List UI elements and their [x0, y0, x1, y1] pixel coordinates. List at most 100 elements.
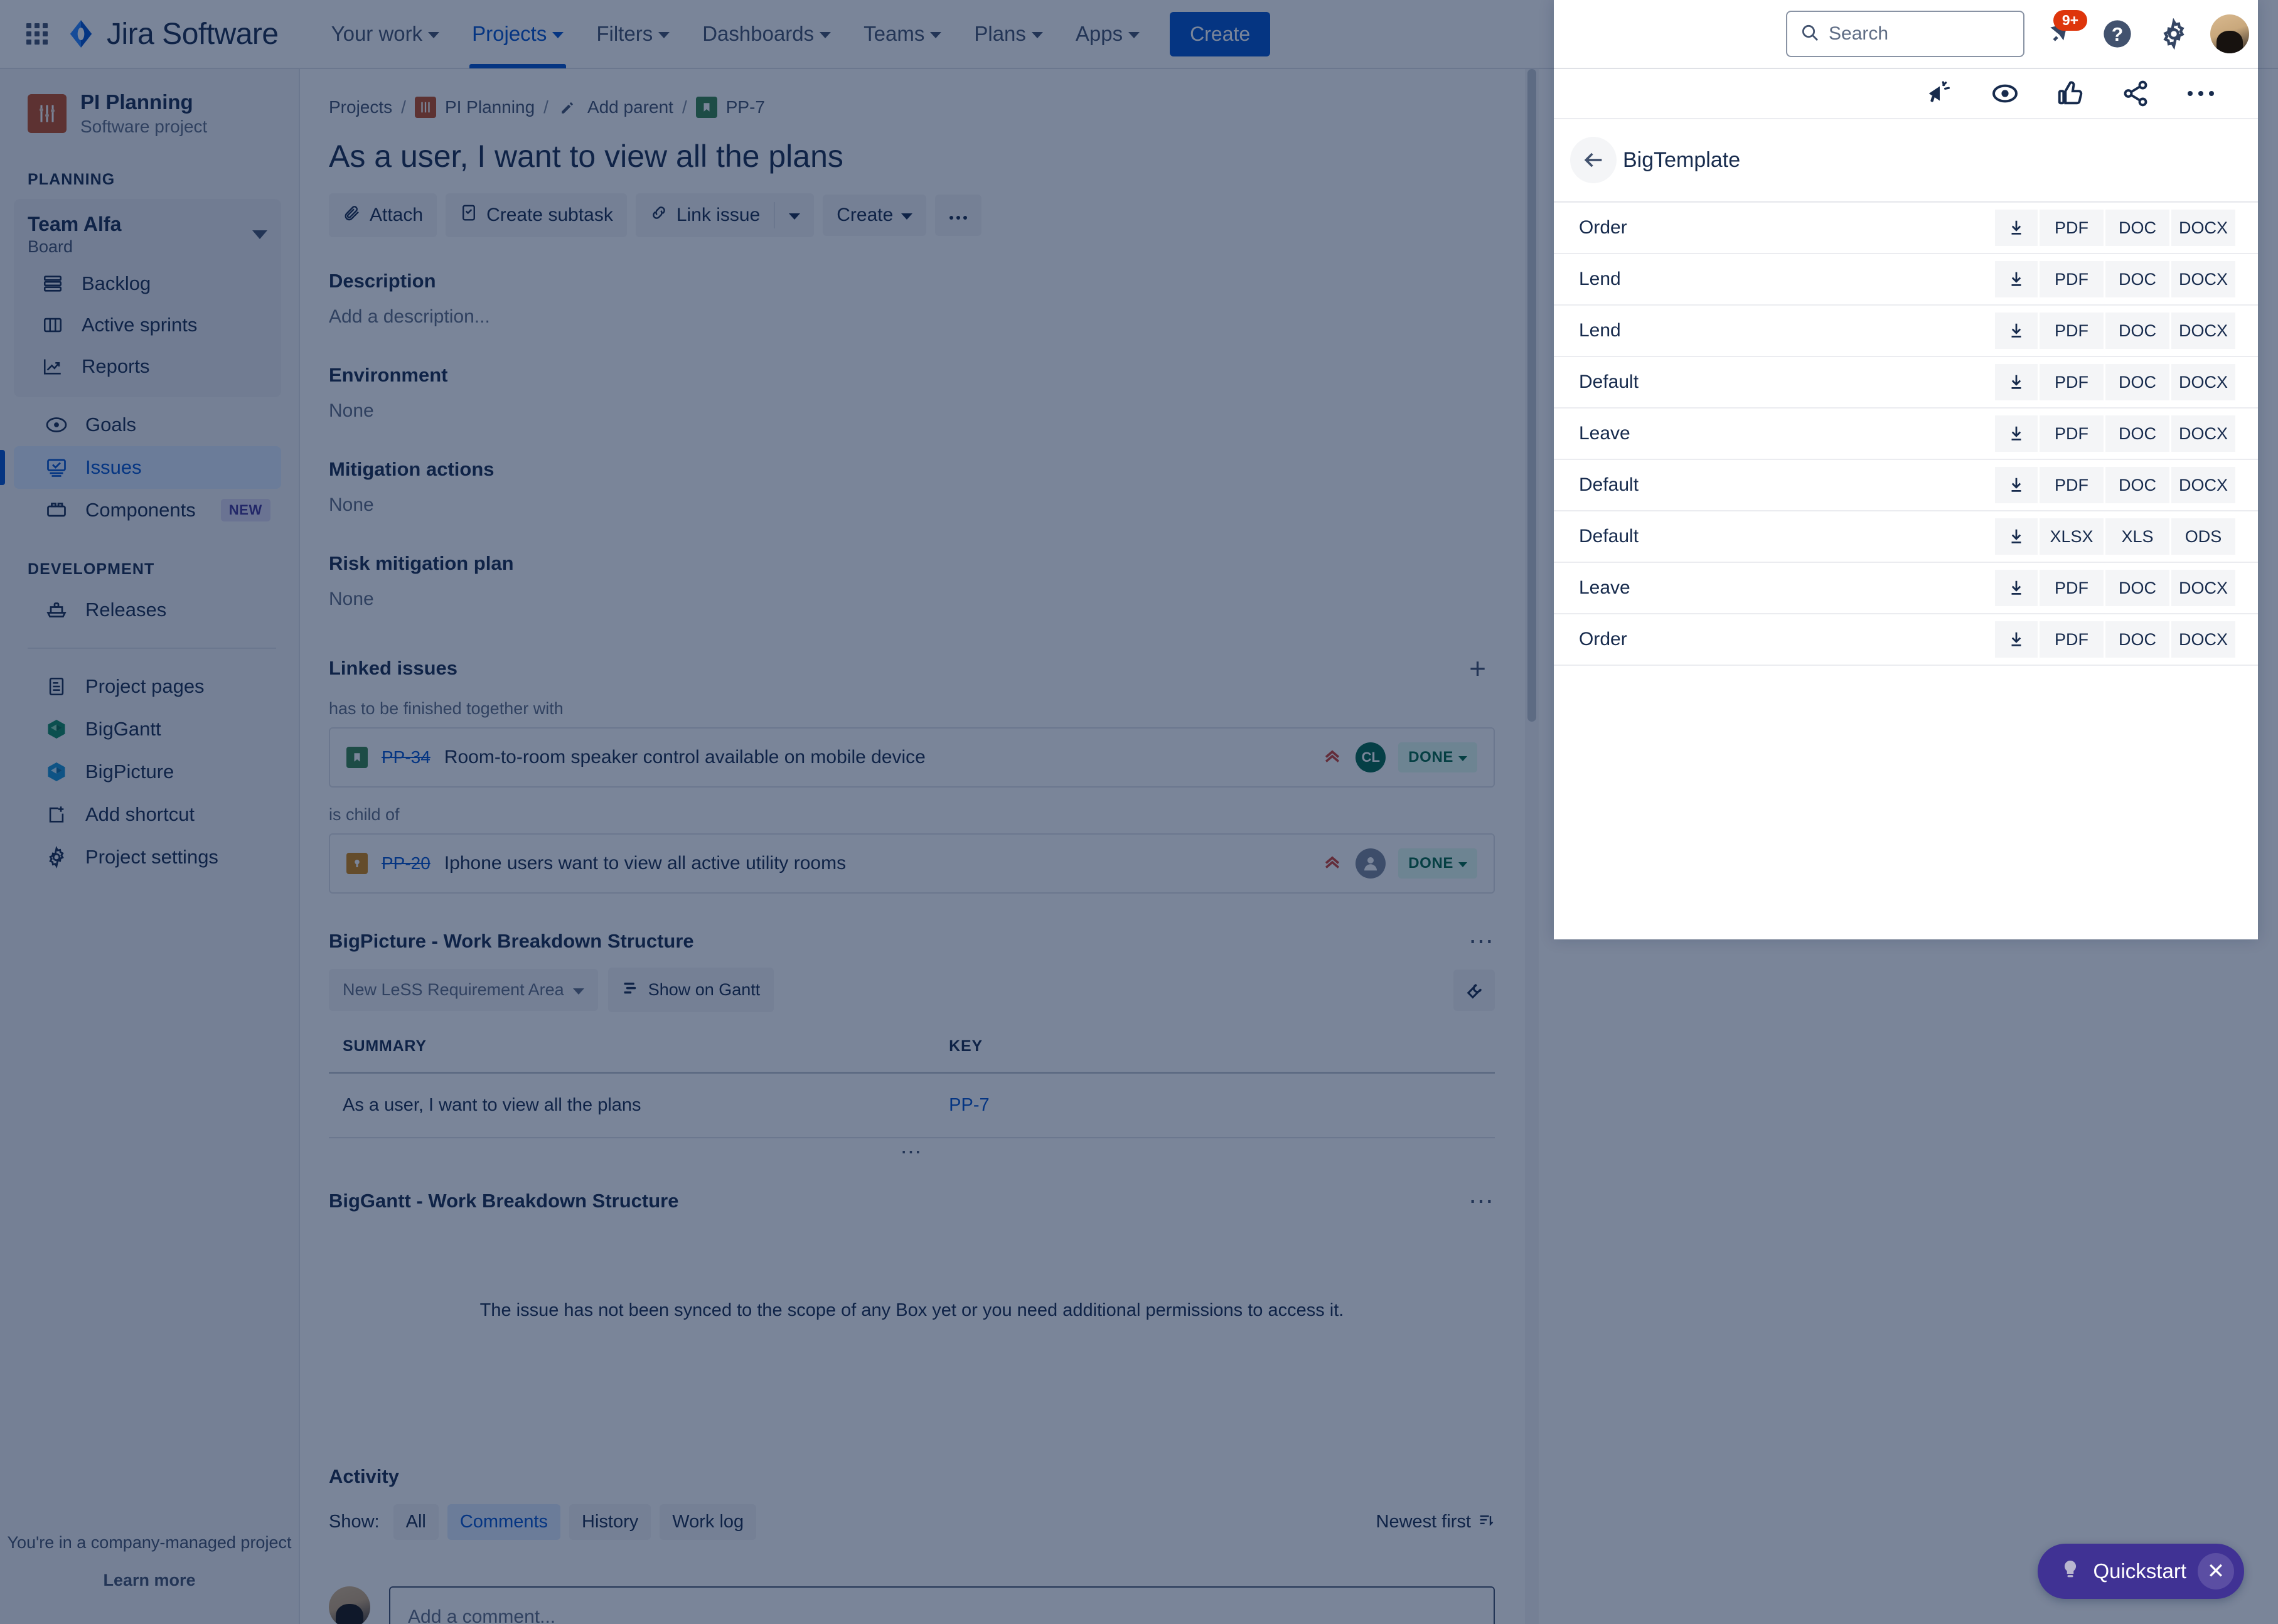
show-on-gantt-button[interactable]: Show on Gantt [607, 968, 774, 1012]
create-button[interactable]: Create [1170, 11, 1271, 56]
linked-issue-key[interactable]: PP-20 [382, 853, 430, 873]
comment-input[interactable]: Add a comment... [389, 1586, 1495, 1624]
sidebar-item-project-pages[interactable]: Project pages [14, 665, 281, 708]
share-icon[interactable] [2117, 75, 2154, 112]
format-button-doc[interactable]: DOC [2105, 313, 2169, 349]
nav-dashboards[interactable]: Dashboards [686, 0, 847, 68]
sidebar-item-issues[interactable]: Issues [0, 446, 281, 489]
nav-apps[interactable]: Apps [1059, 0, 1156, 68]
wrench-icon[interactable] [1453, 969, 1495, 1011]
format-button-pdf[interactable]: PDF [2039, 415, 2104, 452]
search-input[interactable] [1829, 23, 2011, 45]
link-issue-button[interactable]: Link issue [636, 193, 774, 237]
more-actions-button[interactable] [935, 195, 982, 236]
link-issue-dropdown-button[interactable] [775, 201, 814, 230]
breadcrumb-issue-key[interactable]: PP-7 [726, 97, 765, 117]
arrow-left-icon[interactable] [1570, 137, 1617, 183]
format-button-doc[interactable]: DOC [2105, 621, 2169, 658]
format-button-pdf[interactable]: PDF [2039, 364, 2104, 400]
format-button-doc[interactable]: DOC [2105, 467, 2169, 503]
tab-all[interactable]: All [393, 1504, 439, 1541]
issue-key-link[interactable]: PP-7 [949, 1095, 989, 1115]
sort-order-button[interactable]: Newest first [1376, 1511, 1495, 1534]
avatar[interactable]: CL [1356, 742, 1386, 772]
format-button-pdf[interactable]: PDF [2039, 621, 2104, 658]
download-icon[interactable] [1995, 518, 2038, 555]
board-selector[interactable]: Team Alfa Board [14, 206, 281, 263]
quickstart-button[interactable]: Quickstart ✕ [2038, 1544, 2244, 1599]
sidebar-item-add-shortcut[interactable]: Add shortcut [14, 793, 281, 836]
status-badge[interactable]: DONE [1398, 742, 1477, 772]
format-button-pdf[interactable]: PDF [2039, 467, 2104, 503]
help-icon[interactable]: ? [2097, 14, 2137, 54]
breadcrumb-projects[interactable]: Projects [329, 97, 392, 117]
main-scrollbar[interactable] [1525, 69, 1539, 1624]
sidebar-item-goals[interactable]: Goals [14, 403, 281, 446]
thumbs-up-icon[interactable] [2052, 75, 2088, 112]
format-button-docx[interactable]: DOCX [2171, 261, 2235, 297]
tab-work-log[interactable]: Work log [660, 1504, 757, 1541]
format-button-xlsx[interactable]: XLSX [2040, 518, 2104, 555]
notifications-icon[interactable]: 9+ [2041, 10, 2087, 54]
sidebar-item-bigpicture[interactable]: BigPicture [14, 751, 281, 793]
format-button-docx[interactable]: DOCX [2171, 621, 2235, 658]
avatar[interactable] [1356, 848, 1386, 879]
wbs-more-rows-icon[interactable]: ⋯ [329, 1138, 1495, 1183]
format-button-doc[interactable]: DOC [2105, 570, 2169, 606]
download-icon[interactable] [1994, 364, 2038, 400]
breadcrumb-add-parent[interactable]: Add parent [587, 97, 673, 117]
format-button-docx[interactable]: DOCX [2171, 570, 2235, 606]
linked-issue-row[interactable]: PP-20 Iphone users want to view all acti… [329, 833, 1495, 894]
format-button-docx[interactable]: DOCX [2171, 210, 2235, 246]
tab-comments[interactable]: Comments [447, 1504, 561, 1541]
avatar[interactable] [329, 1586, 370, 1624]
format-button-docx[interactable]: DOCX [2171, 313, 2235, 349]
format-button-docx[interactable]: DOCX [2171, 415, 2235, 452]
format-button-doc[interactable]: DOC [2105, 415, 2169, 452]
format-button-doc[interactable]: DOC [2105, 210, 2169, 246]
format-button-ods[interactable]: ODS [2171, 518, 2235, 555]
download-icon[interactable] [1994, 210, 2038, 246]
linked-issue-key[interactable]: PP-34 [382, 747, 430, 767]
format-button-pdf[interactable]: PDF [2039, 570, 2104, 606]
download-icon[interactable] [1994, 415, 2038, 452]
environment-value[interactable]: None [329, 400, 1495, 422]
jira-logo[interactable]: Jira Software [65, 17, 279, 51]
download-icon[interactable] [1994, 621, 2038, 658]
sidebar-item-components[interactable]: Components NEW [14, 489, 281, 532]
nav-your-work[interactable]: Your work [315, 0, 456, 68]
status-badge[interactable]: DONE [1398, 848, 1477, 879]
sidebar-item-backlog[interactable]: Backlog [14, 263, 281, 304]
create-subtask-button[interactable]: Create subtask [446, 193, 627, 237]
watch-eye-icon[interactable] [1987, 75, 2023, 112]
close-icon[interactable]: ✕ [2198, 1553, 2234, 1589]
download-icon[interactable] [1994, 467, 2038, 503]
sidebar-item-biggantt[interactable]: BigGantt [14, 708, 281, 751]
nav-projects[interactable]: Projects [456, 0, 580, 68]
attach-button[interactable]: Attach [329, 193, 437, 237]
app-switcher-grid-icon[interactable] [23, 19, 51, 48]
mitigation-actions-value[interactable]: None [329, 494, 1495, 516]
format-button-pdf[interactable]: PDF [2039, 210, 2104, 246]
learn-more-link[interactable]: Learn more [0, 1562, 299, 1599]
risk-mitigation-plan-value[interactable]: None [329, 589, 1495, 610]
create-dropdown-button[interactable]: Create [823, 195, 927, 236]
sidebar-item-active-sprints[interactable]: Active sprints [14, 304, 281, 346]
breadcrumb-project[interactable]: PI Planning [445, 97, 535, 117]
add-linked-issue-icon[interactable]: + [1469, 654, 1495, 683]
download-icon[interactable] [1994, 313, 2038, 349]
download-icon[interactable] [1994, 570, 2038, 606]
download-icon[interactable] [1994, 261, 2038, 297]
megaphone-icon[interactable] [1922, 75, 1958, 112]
sidebar-item-project-settings[interactable]: Project settings [14, 836, 281, 879]
format-button-pdf[interactable]: PDF [2039, 313, 2104, 349]
sidebar-item-releases[interactable]: Releases [14, 589, 281, 631]
sidebar-item-reports[interactable]: Reports [14, 346, 281, 387]
more-horizontal-icon[interactable]: ⋯ [1468, 929, 1495, 954]
format-button-docx[interactable]: DOCX [2171, 467, 2235, 503]
format-button-docx[interactable]: DOCX [2171, 364, 2235, 400]
settings-gear-icon[interactable] [2154, 14, 2194, 54]
nav-filters[interactable]: Filters [580, 0, 686, 68]
linked-issue-row[interactable]: PP-34 Room-to-room speaker control avail… [329, 727, 1495, 788]
format-button-xls[interactable]: XLS [2105, 518, 2169, 555]
